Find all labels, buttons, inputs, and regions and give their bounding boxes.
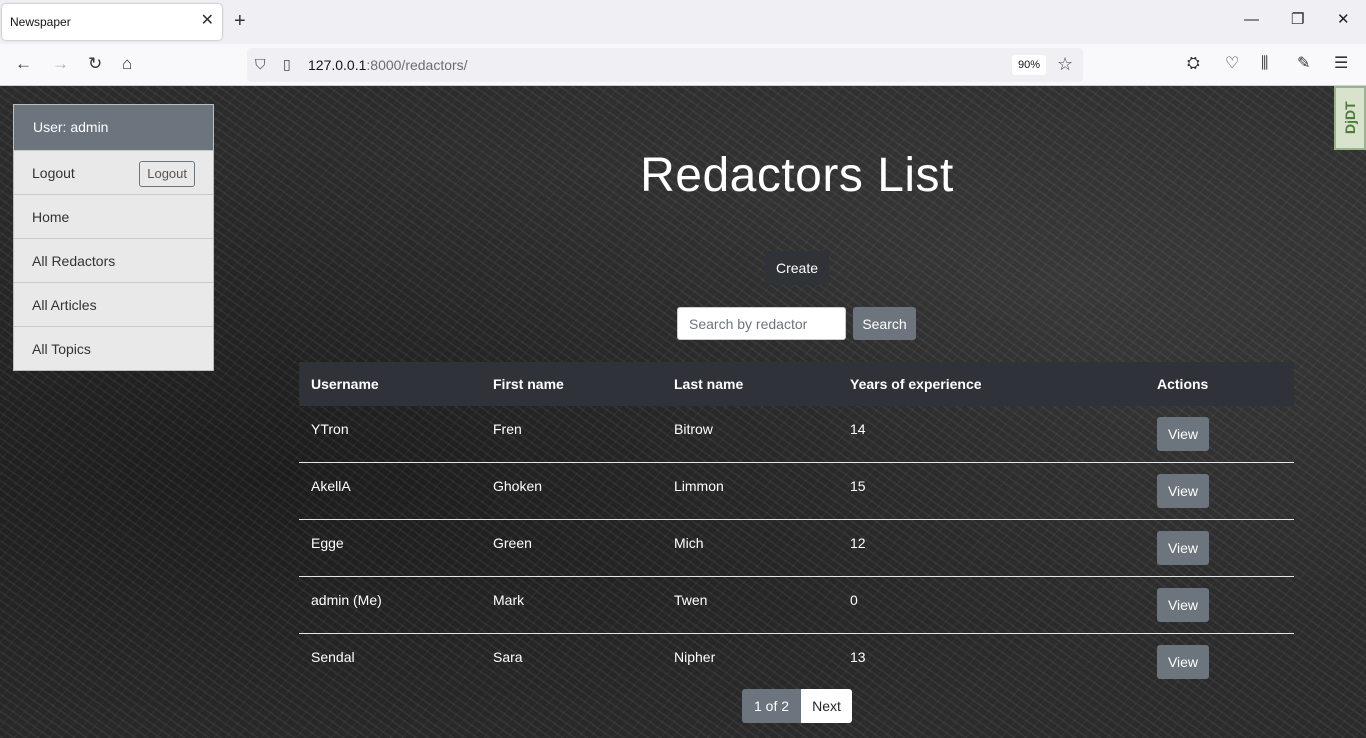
cell-username: Egge bbox=[311, 535, 344, 551]
cell-first-name: Green bbox=[493, 535, 532, 551]
pagination: 1 of 2 Next bbox=[742, 689, 852, 723]
bookmark-star-icon[interactable]: ☆ bbox=[1057, 54, 1073, 75]
cell-first-name: Ghoken bbox=[493, 478, 543, 494]
cell-last-name: Mich bbox=[674, 535, 704, 551]
browser-tab-bar: Newspaper ✕ + — ❐ ✕ bbox=[0, 0, 1366, 44]
browser-nav-bar: ← → ↻ ⌂ ⛉ ▯ 127.0.0.1:8000/redactors/ 90… bbox=[0, 44, 1366, 86]
restore-icon[interactable]: ❐ bbox=[1291, 12, 1304, 28]
page-info-icon[interactable]: ▯ bbox=[283, 56, 291, 73]
pagination-next-button[interactable]: Next bbox=[801, 689, 852, 723]
cell-last-name: Nipher bbox=[674, 649, 716, 665]
back-icon[interactable]: ← bbox=[15, 54, 32, 74]
table-header: Username First name Last name Years of e… bbox=[299, 362, 1294, 406]
table-row: AkellA Ghoken Limmon 15 View bbox=[299, 463, 1294, 520]
header-actions: Actions bbox=[1157, 376, 1209, 392]
cell-years: 0 bbox=[850, 592, 858, 608]
cell-years: 12 bbox=[850, 535, 866, 551]
sidebar-item-all-topics[interactable]: All Topics bbox=[14, 326, 213, 370]
url-path: :8000/redactors/ bbox=[366, 57, 468, 73]
cell-years: 13 bbox=[850, 649, 866, 665]
home-icon[interactable]: ⌂ bbox=[122, 54, 132, 74]
table-row: Egge Green Mich 12 View bbox=[299, 520, 1294, 577]
url-bar[interactable]: ⛉ ▯ 127.0.0.1:8000/redactors/ 90% ☆ bbox=[247, 48, 1083, 82]
extension-icon[interactable]: ⛭ bbox=[1187, 55, 1200, 73]
search-button[interactable]: Search bbox=[853, 307, 916, 340]
menu-icon[interactable]: ☰ bbox=[1334, 55, 1348, 73]
close-tab-icon[interactable]: ✕ bbox=[201, 13, 214, 29]
reload-icon[interactable]: ↻ bbox=[88, 54, 102, 74]
sidebar-item-all-redactors[interactable]: All Redactors bbox=[14, 238, 213, 282]
tab-title: Newspaper bbox=[10, 15, 71, 29]
table-row: admin (Me) Mark Twen 0 View bbox=[299, 577, 1294, 634]
pocket-icon[interactable]: ♡ bbox=[1225, 55, 1239, 73]
new-tab-icon[interactable]: + bbox=[234, 10, 246, 32]
header-last-name: Last name bbox=[674, 376, 744, 392]
header-years-experience: Years of experience bbox=[850, 376, 982, 392]
cell-username: YTron bbox=[311, 421, 349, 437]
table-row: Sendal Sara Nipher 13 View bbox=[299, 634, 1294, 691]
cell-last-name: Bitrow bbox=[674, 421, 713, 437]
cell-username: Sendal bbox=[311, 649, 355, 665]
cell-last-name: Twen bbox=[674, 592, 708, 608]
view-button[interactable]: View bbox=[1157, 417, 1209, 451]
url-host: 127.0.0.1 bbox=[308, 57, 367, 73]
cell-username: admin (Me) bbox=[311, 592, 382, 608]
page-content: DjDT User: admin Logout Logout Home All … bbox=[0, 86, 1366, 738]
cell-first-name: Mark bbox=[493, 592, 525, 608]
redactors-table: Username First name Last name Years of e… bbox=[299, 362, 1294, 691]
page-title: Redactors List bbox=[640, 149, 954, 202]
search-input[interactable] bbox=[677, 307, 846, 340]
sidebar-item-all-articles[interactable]: All Articles bbox=[14, 282, 213, 326]
cell-years: 15 bbox=[850, 478, 866, 494]
zoom-indicator[interactable]: 90% bbox=[1012, 55, 1046, 75]
view-button[interactable]: View bbox=[1157, 588, 1209, 622]
browser-tab[interactable]: Newspaper ✕ bbox=[2, 4, 222, 40]
create-button[interactable]: Create bbox=[765, 251, 829, 285]
minimize-icon[interactable]: — bbox=[1244, 12, 1259, 28]
header-username: Username bbox=[311, 376, 379, 392]
sidebar: User: admin Logout Logout Home All Redac… bbox=[13, 104, 214, 371]
pagination-current-page: 1 of 2 bbox=[742, 689, 801, 723]
sidebar-user-label: User: admin bbox=[14, 105, 213, 150]
shield-icon[interactable]: ⛉ bbox=[255, 56, 266, 73]
header-first-name: First name bbox=[493, 376, 564, 392]
url-text[interactable]: 127.0.0.1:8000/redactors/ bbox=[308, 57, 468, 73]
table-row: YTron Fren Bitrow 14 View bbox=[299, 406, 1294, 463]
close-window-icon[interactable]: ✕ bbox=[1337, 12, 1350, 28]
cell-first-name: Fren bbox=[493, 421, 522, 437]
cell-username: AkellA bbox=[311, 478, 351, 494]
cell-years: 14 bbox=[850, 421, 866, 437]
view-button[interactable]: View bbox=[1157, 474, 1209, 508]
django-debug-toolbar-handle[interactable]: DjDT bbox=[1334, 86, 1366, 150]
view-button[interactable]: View bbox=[1157, 531, 1209, 565]
addon-icon[interactable]: ✎ bbox=[1297, 55, 1310, 73]
library-icon[interactable]: ⫼ bbox=[1261, 55, 1268, 73]
cell-first-name: Sara bbox=[493, 649, 523, 665]
forward-icon[interactable]: → bbox=[52, 54, 69, 74]
cell-last-name: Limmon bbox=[674, 478, 724, 494]
view-button[interactable]: View bbox=[1157, 645, 1209, 679]
